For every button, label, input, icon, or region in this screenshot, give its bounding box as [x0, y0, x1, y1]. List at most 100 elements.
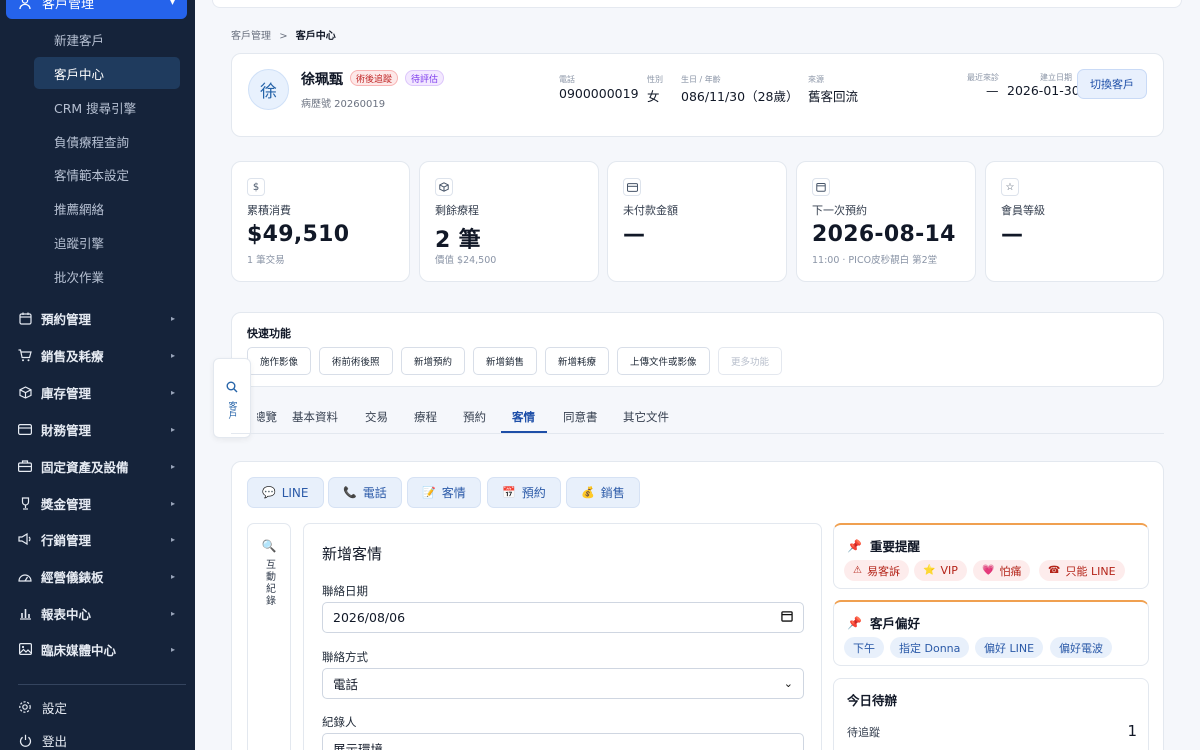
- stat-label: 剩餘療程: [435, 204, 479, 217]
- sidebar-item-label: 庫存管理: [41, 385, 92, 401]
- user-icon: [18, 0, 32, 10]
- treatment-images-button[interactable]: 施作影像: [247, 347, 312, 375]
- new-consumption-button[interactable]: 新增耗療: [545, 347, 610, 375]
- contact-line-button[interactable]: 💬 LINE: [247, 477, 324, 508]
- box-icon: [435, 178, 453, 196]
- sidebar-item-customer-management[interactable]: 客戶管理 ▾: [6, 0, 187, 19]
- tab-treatments[interactable]: 療程: [414, 409, 437, 425]
- sidebar-sub-debt-query[interactable]: 負債療程查詢: [34, 125, 180, 157]
- tab-transactions[interactable]: 交易: [365, 409, 388, 425]
- sidebar-item-label: 獎金管理: [41, 496, 92, 512]
- new-sale-button[interactable]: 新增銷售: [473, 347, 538, 375]
- sidebar-settings-link[interactable]: 設定: [0, 693, 195, 721]
- calendar-icon: [812, 178, 830, 196]
- tab-consent-forms[interactable]: 同意書: [563, 409, 598, 425]
- contact-notes-button[interactable]: 📝 客情: [407, 477, 481, 508]
- sidebar-sub-label: 追蹤引擎: [54, 235, 105, 251]
- sidebar-item-fixed-assets[interactable]: 固定資產及設備 ▸: [0, 451, 195, 481]
- upload-document-button[interactable]: 上傳文件或影像: [617, 347, 710, 375]
- recorder-input[interactable]: 展示環境: [322, 733, 804, 750]
- chevron-down-icon: ▾: [169, 0, 175, 8]
- sidebar-sub-label: CRM 搜尋引擎: [54, 100, 137, 116]
- sidebar-item-clinical-media[interactable]: 臨床媒體中心 ▸: [0, 634, 195, 664]
- sidebar-item-bonus[interactable]: 獎金管理 ▸: [0, 488, 195, 518]
- calendar-picker-icon[interactable]: [781, 610, 793, 625]
- contact-sales-button[interactable]: 💰 銷售: [566, 477, 640, 508]
- sidebar-sub-template-settings[interactable]: 客情範本設定: [34, 158, 180, 190]
- floating-customer-search[interactable]: 客戶: [213, 358, 251, 438]
- gender-value: 女: [647, 89, 660, 104]
- sidebar-sub-tracking-engine[interactable]: 追蹤引擎: [34, 226, 180, 258]
- reminder-tag: ☎ 只能 LINE: [1039, 560, 1125, 581]
- chevron-right-icon: ▸: [170, 387, 175, 397]
- tabs-divider: [231, 433, 1164, 434]
- status-badge: 待評估: [405, 70, 445, 86]
- sidebar-item-inventory[interactable]: 庫存管理 ▸: [0, 377, 195, 407]
- chevron-right-icon: ▸: [170, 313, 175, 323]
- sidebar-item-finance[interactable]: 財務管理 ▸: [0, 414, 195, 444]
- preference-tag: 指定 Donna: [890, 637, 970, 658]
- switch-customer-button[interactable]: 切換客戶: [1077, 69, 1147, 99]
- stat-card-total-spend: $ 累積消費 $49,510 1 筆交易: [231, 161, 410, 282]
- sidebar-sub-customer-center[interactable]: 客戶中心: [34, 57, 180, 89]
- more-functions-button[interactable]: 更多功能: [718, 347, 783, 375]
- bar-chart-icon: [18, 606, 32, 620]
- form-title: 新增客情: [322, 545, 383, 563]
- tab-customer-relations[interactable]: 客情: [512, 409, 535, 425]
- breadcrumb-current: 客戶中心: [295, 31, 336, 42]
- todo-row-label: 待追蹤: [847, 726, 880, 739]
- patient-header-card: 徐 徐珮甄 術後追蹤 待評估 病歷號 20260019 電話 090000001…: [231, 53, 1164, 137]
- phone-label: 電話: [559, 75, 575, 84]
- contact-phone-button[interactable]: 📞 電話: [328, 477, 402, 508]
- sidebar-sub-referral-network[interactable]: 推薦網絡: [34, 192, 180, 224]
- stat-sub: 價值 $24,500: [435, 255, 497, 266]
- sidebar-item-appointments[interactable]: 預約管理 ▸: [0, 303, 195, 333]
- before-after-photos-button[interactable]: 術前術後照: [319, 347, 393, 375]
- contact-method-select[interactable]: 電話 ⌄: [322, 668, 804, 699]
- status-badge: 術後追蹤: [350, 70, 399, 86]
- preferences-title: 📌 客戶偏好: [847, 613, 920, 632]
- sidebar-sub-crm-search[interactable]: CRM 搜尋引擎: [34, 91, 180, 123]
- sidebar-sub-new-customer[interactable]: 新建客戶: [34, 23, 180, 55]
- credit-card-icon: [18, 422, 32, 436]
- contact-appointment-button[interactable]: 📅 預約: [487, 477, 561, 508]
- tab-other-documents[interactable]: 其它文件: [623, 409, 669, 425]
- date-value: 2026/08/06: [333, 610, 406, 625]
- sidebar-sub-label: 批次作業: [54, 269, 105, 285]
- breadcrumb-parent[interactable]: 客戶管理: [231, 31, 271, 42]
- stat-value: 2026-08-14: [812, 222, 956, 247]
- stat-value: —: [1001, 222, 1024, 247]
- sidebar-item-label: 報表中心: [41, 606, 92, 622]
- breadcrumb: 客戶管理 > 客戶中心: [231, 27, 336, 42]
- preference-tag: 偏好 LINE: [975, 637, 1044, 658]
- tab-basic-info[interactable]: 基本資料: [292, 409, 338, 425]
- sidebar-item-marketing[interactable]: 行銷管理 ▸: [0, 524, 195, 554]
- calendar-icon: 📅: [502, 486, 516, 499]
- chat-bubble-icon: 💬: [262, 486, 276, 499]
- new-relation-form: 新增客情 聯絡日期 2026/08/06 聯絡方式 電話 ⌄ 紀錄人 展示環境: [303, 523, 822, 750]
- sidebar-logout-link[interactable]: 登出: [0, 726, 195, 750]
- sidebar-item-label: 客戶管理: [42, 0, 95, 12]
- tab-appointments[interactable]: 預約: [463, 409, 486, 425]
- interaction-log-tab[interactable]: 🔍 互動紀錄: [247, 523, 291, 750]
- sidebar-sub-label: 負債療程查詢: [54, 134, 130, 150]
- sidebar-item-sales[interactable]: 銷售及耗療 ▸: [0, 340, 195, 370]
- last-visit-value: —: [986, 83, 999, 98]
- sidebar: 客戶管理 ▾ 新建客戶 客戶中心 CRM 搜尋引擎 負債療程查詢 客情範本設定 …: [0, 0, 195, 750]
- active-tab-indicator: [501, 431, 547, 433]
- sidebar-item-label: 行銷管理: [41, 532, 92, 548]
- star-icon: ☆: [1001, 178, 1019, 196]
- sidebar-item-label: 財務管理: [41, 422, 92, 438]
- today-todo-card: 今日待辦 待追蹤 1: [833, 678, 1149, 750]
- record-number: 病歷號 20260019: [301, 99, 386, 110]
- new-appointment-button[interactable]: 新增預約: [401, 347, 466, 375]
- sidebar-sub-batch-jobs[interactable]: 批次作業: [34, 260, 180, 292]
- sidebar-item-dashboard[interactable]: 經營儀錶板 ▸: [0, 561, 195, 591]
- heart-icon: 💗: [982, 565, 995, 576]
- sidebar-item-reports[interactable]: 報表中心 ▸: [0, 598, 195, 628]
- quick-actions-card: 快速功能 施作影像 術前術後照 新增預約 新增銷售 新增耗療 上傳文件或影像 更…: [231, 312, 1164, 387]
- tab-overview[interactable]: 總覽: [257, 409, 277, 425]
- todo-row-follow-up[interactable]: 待追蹤 1: [847, 722, 1137, 740]
- stat-card-membership: ☆ 會員等級 —: [985, 161, 1164, 282]
- contact-date-input[interactable]: 2026/08/06: [322, 602, 804, 633]
